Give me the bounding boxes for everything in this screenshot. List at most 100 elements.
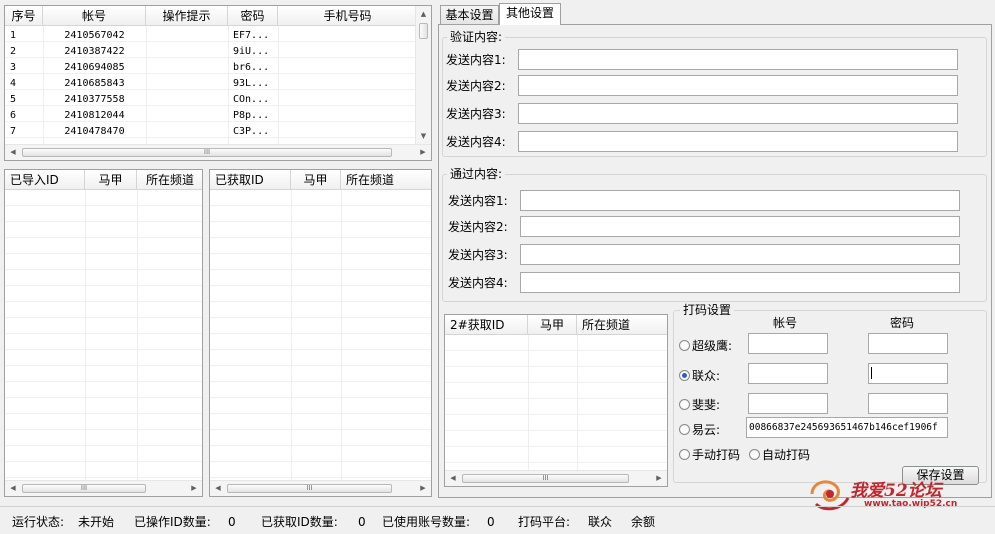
table-cell: 3 [10,62,17,73]
table-cell: br6... [233,62,270,73]
table-cell [146,60,228,76]
feifei-password-input[interactable] [868,393,948,414]
fetched-count-value: 0 [358,515,366,529]
verify-content-title: 验证内容: [447,30,506,44]
account-table-header: 序号 帐号 操作提示 密码 手机号码 [5,6,431,26]
fetched-list-hscroll[interactable]: ◀ III ▶ [210,480,431,496]
table-row[interactable]: 6 2410812044 P8p... [5,108,417,124]
col-header-alias[interactable]: 马甲 [291,170,341,190]
feifei-account-input[interactable] [748,393,828,414]
col-header-alias[interactable]: 马甲 [85,170,137,190]
col-header-fetched-id[interactable]: 已获取ID [210,170,291,190]
fetched-id-list[interactable]: 已获取ID 马甲 所在频道 ◀ III ▶ [209,169,432,497]
verify-label-3: 发送内容3: [446,107,506,121]
verify-input-1[interactable] [518,49,958,70]
table-row[interactable]: 5 2410377558 COn... [5,92,417,108]
table-cell [146,76,228,92]
scroll-left-icon[interactable]: ◀ [446,471,460,486]
verify-input-4[interactable] [518,131,958,152]
pass-label-1: 发送内容1: [448,194,508,208]
pass-input-1[interactable] [520,190,960,211]
table-cell: C3P... [233,126,270,137]
chaojiying-password-input[interactable] [868,333,948,354]
col-header-fetched2-id[interactable]: 2#获取ID [445,315,528,335]
yiyun-key-input[interactable]: 00866837e245693651467b146cef1906f [746,417,948,438]
col-header-password[interactable]: 密码 [228,6,278,26]
account-table-hscroll[interactable]: ◀ III ▶ [5,144,431,160]
scroll-left-icon[interactable]: ◀ [6,481,20,496]
table-cell: 2410685843 [64,78,125,89]
pass-label-4: 发送内容4: [448,276,508,290]
scroll-up-icon[interactable]: ▲ [416,7,431,21]
radio-feifei[interactable] [679,399,690,410]
table-cell: 93L... [233,78,270,89]
col-header-channel[interactable]: 所在频道 [341,170,431,190]
tab-basic-settings[interactable]: 基本设置 [440,5,499,25]
hscroll-thumb[interactable]: III [227,484,392,493]
radio-yiyun[interactable] [679,424,690,435]
table-row[interactable]: 3 2410694085 br6... [5,60,417,76]
hscroll-thumb[interactable]: III [22,484,146,493]
scroll-left-icon[interactable]: ◀ [6,145,20,160]
pass-input-2[interactable] [520,216,960,237]
scroll-right-icon[interactable]: ▶ [416,481,430,496]
imported-list-hscroll[interactable]: ◀ III ▶ [5,480,202,496]
lianzhong-password-input[interactable] [868,363,948,384]
pass-input-3[interactable] [520,244,960,265]
hscroll-thumb[interactable]: III [22,148,392,157]
table-cell: 6 [10,110,17,121]
tab-other-settings[interactable]: 其他设置 [499,3,561,25]
account-table[interactable]: 序号 帐号 操作提示 密码 手机号码 1 2410567042 EF7... 2 241… [4,5,432,161]
table-cell: 2410694085 [64,62,125,73]
verify-label-4: 发送内容4: [446,135,506,149]
col-header-imported-id[interactable]: 已导入ID [5,170,85,190]
vscroll-thumb[interactable] [419,23,428,39]
table-cell: EF7... [233,30,270,41]
scroll-right-icon[interactable]: ▶ [652,471,666,486]
pass-content-title: 通过内容: [447,167,506,181]
col-header-alias[interactable]: 马甲 [528,315,577,335]
balance-label: 余额 [631,515,656,529]
col-header-channel[interactable]: 所在频道 [577,315,667,335]
radio-manual-captcha[interactable] [679,449,690,460]
table-cell: 2410387422 [64,46,125,57]
verify-input-3[interactable] [518,103,958,124]
scroll-right-icon[interactable]: ▶ [416,145,430,160]
fetched2-list-hscroll[interactable]: ◀ III ▶ [445,470,667,486]
lianzhong-account-input[interactable] [748,363,828,384]
radio-chaojiying[interactable] [679,340,690,351]
pass-label-3: 发送内容3: [448,248,508,262]
table-row[interactable]: 2 2410387422 9iU... [5,44,417,60]
radio-lianzhong[interactable] [679,370,690,381]
fetched2-id-list[interactable]: 2#获取ID 马甲 所在频道 ◀ III ▶ [444,314,668,487]
col-header-hint[interactable]: 操作提示 [146,6,228,26]
scroll-right-icon[interactable]: ▶ [187,481,201,496]
table-cell: 2410377558 [64,94,125,105]
pass-input-4[interactable] [520,272,960,293]
chaojiying-account-input[interactable] [748,333,828,354]
pass-label-2: 发送内容2: [448,220,508,234]
table-row[interactable]: 4 2410685843 93L... [5,76,417,92]
table-cell [283,60,413,76]
account-table-vscroll[interactable]: ▲ ▼ [415,6,431,144]
captcha-label-yiyun: 易云: [692,423,721,437]
table-row[interactable]: 7 2410478470 C3P... [5,124,417,140]
imported-id-list[interactable]: 已导入ID 马甲 所在频道 ◀ III ▶ [4,169,203,497]
table-row[interactable]: 1 2410567042 EF7... [5,28,417,44]
radio-auto-captcha[interactable] [749,449,760,460]
auto-captcha-label: 自动打码 [762,448,811,462]
scroll-down-icon[interactable]: ▼ [416,129,431,143]
hscroll-thumb[interactable]: III [462,474,629,483]
run-state-label: 运行状态: [12,515,65,529]
col-header-phone[interactable]: 手机号码 [278,6,418,26]
col-header-index[interactable]: 序号 [5,6,43,26]
col-header-account[interactable]: 帐号 [43,6,146,26]
table-cell: 4 [10,78,17,89]
col-header-channel[interactable]: 所在频道 [137,170,202,190]
scroll-left-icon[interactable]: ◀ [211,481,225,496]
table-cell [146,28,228,44]
captcha-label-lianzhong: 联众: [692,369,721,383]
verify-input-2[interactable] [518,75,958,96]
watermark-title: 我爱52论坛 [850,481,942,501]
table-cell [283,28,413,44]
